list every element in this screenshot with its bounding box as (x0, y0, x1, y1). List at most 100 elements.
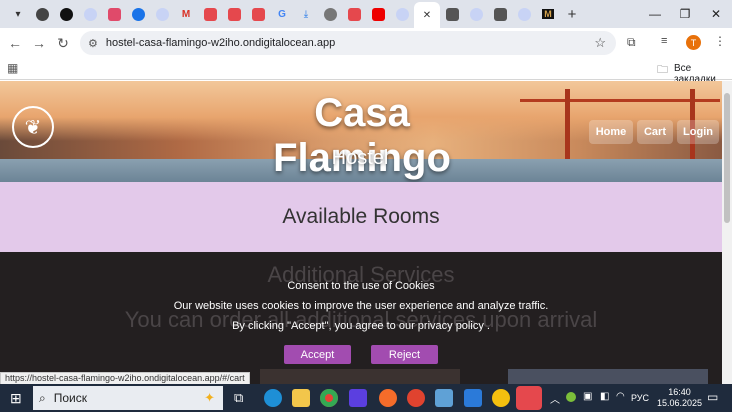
scrollbar[interactable] (722, 81, 732, 384)
tab[interactable]: G (270, 3, 294, 25)
tab[interactable] (198, 3, 222, 25)
file-explorer-icon[interactable] (292, 389, 310, 407)
tab[interactable] (30, 3, 54, 25)
sparkle-icon: ✦ (204, 390, 215, 405)
service-image (508, 369, 708, 384)
chevron-down-icon: ▾ (15, 8, 21, 20)
tab[interactable] (126, 3, 150, 25)
date-text: 15.06.2025 (657, 398, 703, 408)
yandex-browser-icon[interactable] (516, 386, 542, 410)
site-icon (203, 7, 217, 21)
new-tab-button[interactable]: + (560, 3, 584, 25)
close-icon[interactable]: ✕ (423, 10, 431, 21)
tray-icon[interactable]: ◧ (600, 391, 609, 402)
arrow-right-icon: → (32, 35, 46, 51)
tab[interactable] (342, 3, 366, 25)
nav-home[interactable]: Home (589, 120, 633, 144)
task-view-icon[interactable]: ⧉ (234, 390, 243, 406)
nav-login[interactable]: Login (677, 120, 719, 144)
accept-button[interactable]: Accept (284, 345, 351, 364)
tab[interactable]: M (536, 3, 560, 25)
tab-search-button[interactable]: ▾ (6, 3, 30, 25)
minimize-icon: — (649, 7, 661, 21)
url-text[interactable]: hostel-casa-flamingo-w2iho.ondigitalocea… (106, 37, 335, 49)
minimize-button[interactable]: — (640, 0, 670, 28)
tray-icon[interactable]: ▣ (583, 391, 592, 402)
site-icon (107, 7, 121, 21)
back-button[interactable]: ← (3, 35, 27, 51)
site-icon (131, 7, 145, 21)
apps-icon[interactable]: ▦ (7, 61, 18, 75)
notifications-icon[interactable]: ▭ (707, 390, 718, 404)
scrollbar-thumb[interactable] (724, 93, 730, 223)
tab[interactable] (488, 3, 512, 25)
site-icon (83, 7, 97, 21)
language-indicator[interactable]: РУС (631, 384, 649, 412)
taskbar-search[interactable]: ⌕ Поиск ✦ (33, 386, 223, 410)
tab[interactable]: ⤓ (294, 3, 318, 25)
google-icon: G (278, 8, 286, 20)
section-title: Available Rooms (0, 182, 722, 252)
reload-icon: ↻ (57, 34, 69, 51)
forward-button[interactable]: → (27, 35, 51, 51)
site-info-icon[interactable]: ⚙ (88, 37, 98, 50)
reload-button[interactable]: ↻ (51, 35, 75, 52)
hero-banner: ❦ Casa Flamingo Hostel Home Cart Login (0, 81, 722, 182)
avatar[interactable]: T (686, 35, 701, 50)
cookie-title: Consent to the use of Cookies (287, 280, 435, 292)
star-icon[interactable]: ☆ (594, 35, 606, 51)
app-icon[interactable] (407, 389, 425, 407)
clock[interactable]: 16:40 15.06.2025 (657, 384, 702, 412)
site-icon (227, 7, 241, 21)
plus-icon: + (567, 5, 577, 23)
tab[interactable] (78, 3, 102, 25)
chevron-up-icon[interactable]: ︿ (550, 391, 560, 406)
tab[interactable] (366, 3, 390, 25)
tab[interactable] (222, 3, 246, 25)
site-icon (251, 7, 265, 21)
tray-icon[interactable] (566, 392, 576, 402)
address-bar[interactable]: ⚙ hostel-casa-flamingo-w2iho.ondigitaloc… (80, 31, 616, 55)
window-close-button[interactable]: ✕ (701, 0, 731, 28)
folder-icon[interactable]: 🗀 (657, 61, 668, 80)
time-text: 16:40 (668, 387, 691, 397)
menu-icon[interactable]: ⋮ (714, 34, 726, 48)
tab-active[interactable]: ✕ (414, 2, 440, 28)
flamingo-logo-icon[interactable]: ❦ (12, 106, 54, 148)
tab[interactable] (318, 3, 342, 25)
bridge-tower (565, 89, 570, 159)
edge-icon[interactable] (264, 389, 282, 407)
cookie-text-2: By clicking "Accept", you agree to our p… (232, 320, 490, 332)
site-icon: M (542, 9, 554, 19)
youtube-icon (371, 7, 385, 21)
site-icon (59, 7, 73, 21)
tab[interactable]: M (174, 3, 198, 25)
tab[interactable] (246, 3, 270, 25)
search-icon: ⌕ (39, 390, 46, 405)
site-icon (395, 7, 409, 21)
nav-cart[interactable]: Cart (637, 120, 673, 144)
cookie-text-1: Our website uses cookies to improve the … (173, 300, 549, 312)
tab[interactable] (390, 3, 414, 25)
tab[interactable] (512, 3, 536, 25)
vscode-icon[interactable] (464, 389, 482, 407)
tab[interactable] (464, 3, 488, 25)
gmail-icon: M (181, 8, 191, 20)
maximize-button[interactable]: ❐ (670, 0, 700, 28)
tab[interactable] (102, 3, 126, 25)
reject-button[interactable]: Reject (371, 345, 438, 364)
site-icon (493, 7, 507, 21)
app-icon[interactable] (379, 389, 397, 407)
app-icon[interactable] (349, 389, 367, 407)
site-icon (347, 7, 361, 21)
extensions-icon[interactable]: ⧉ (627, 35, 636, 50)
media-icon[interactable]: ≡ (661, 35, 667, 47)
app-icon[interactable] (435, 389, 453, 407)
windows-start-icon[interactable]: ⊞ (10, 390, 22, 407)
wifi-icon[interactable]: ◠ (616, 391, 625, 402)
tab[interactable] (150, 3, 174, 25)
app-icon[interactable] (492, 389, 510, 407)
chrome-icon[interactable] (320, 389, 338, 407)
tab[interactable] (54, 3, 78, 25)
tab[interactable] (440, 3, 464, 25)
